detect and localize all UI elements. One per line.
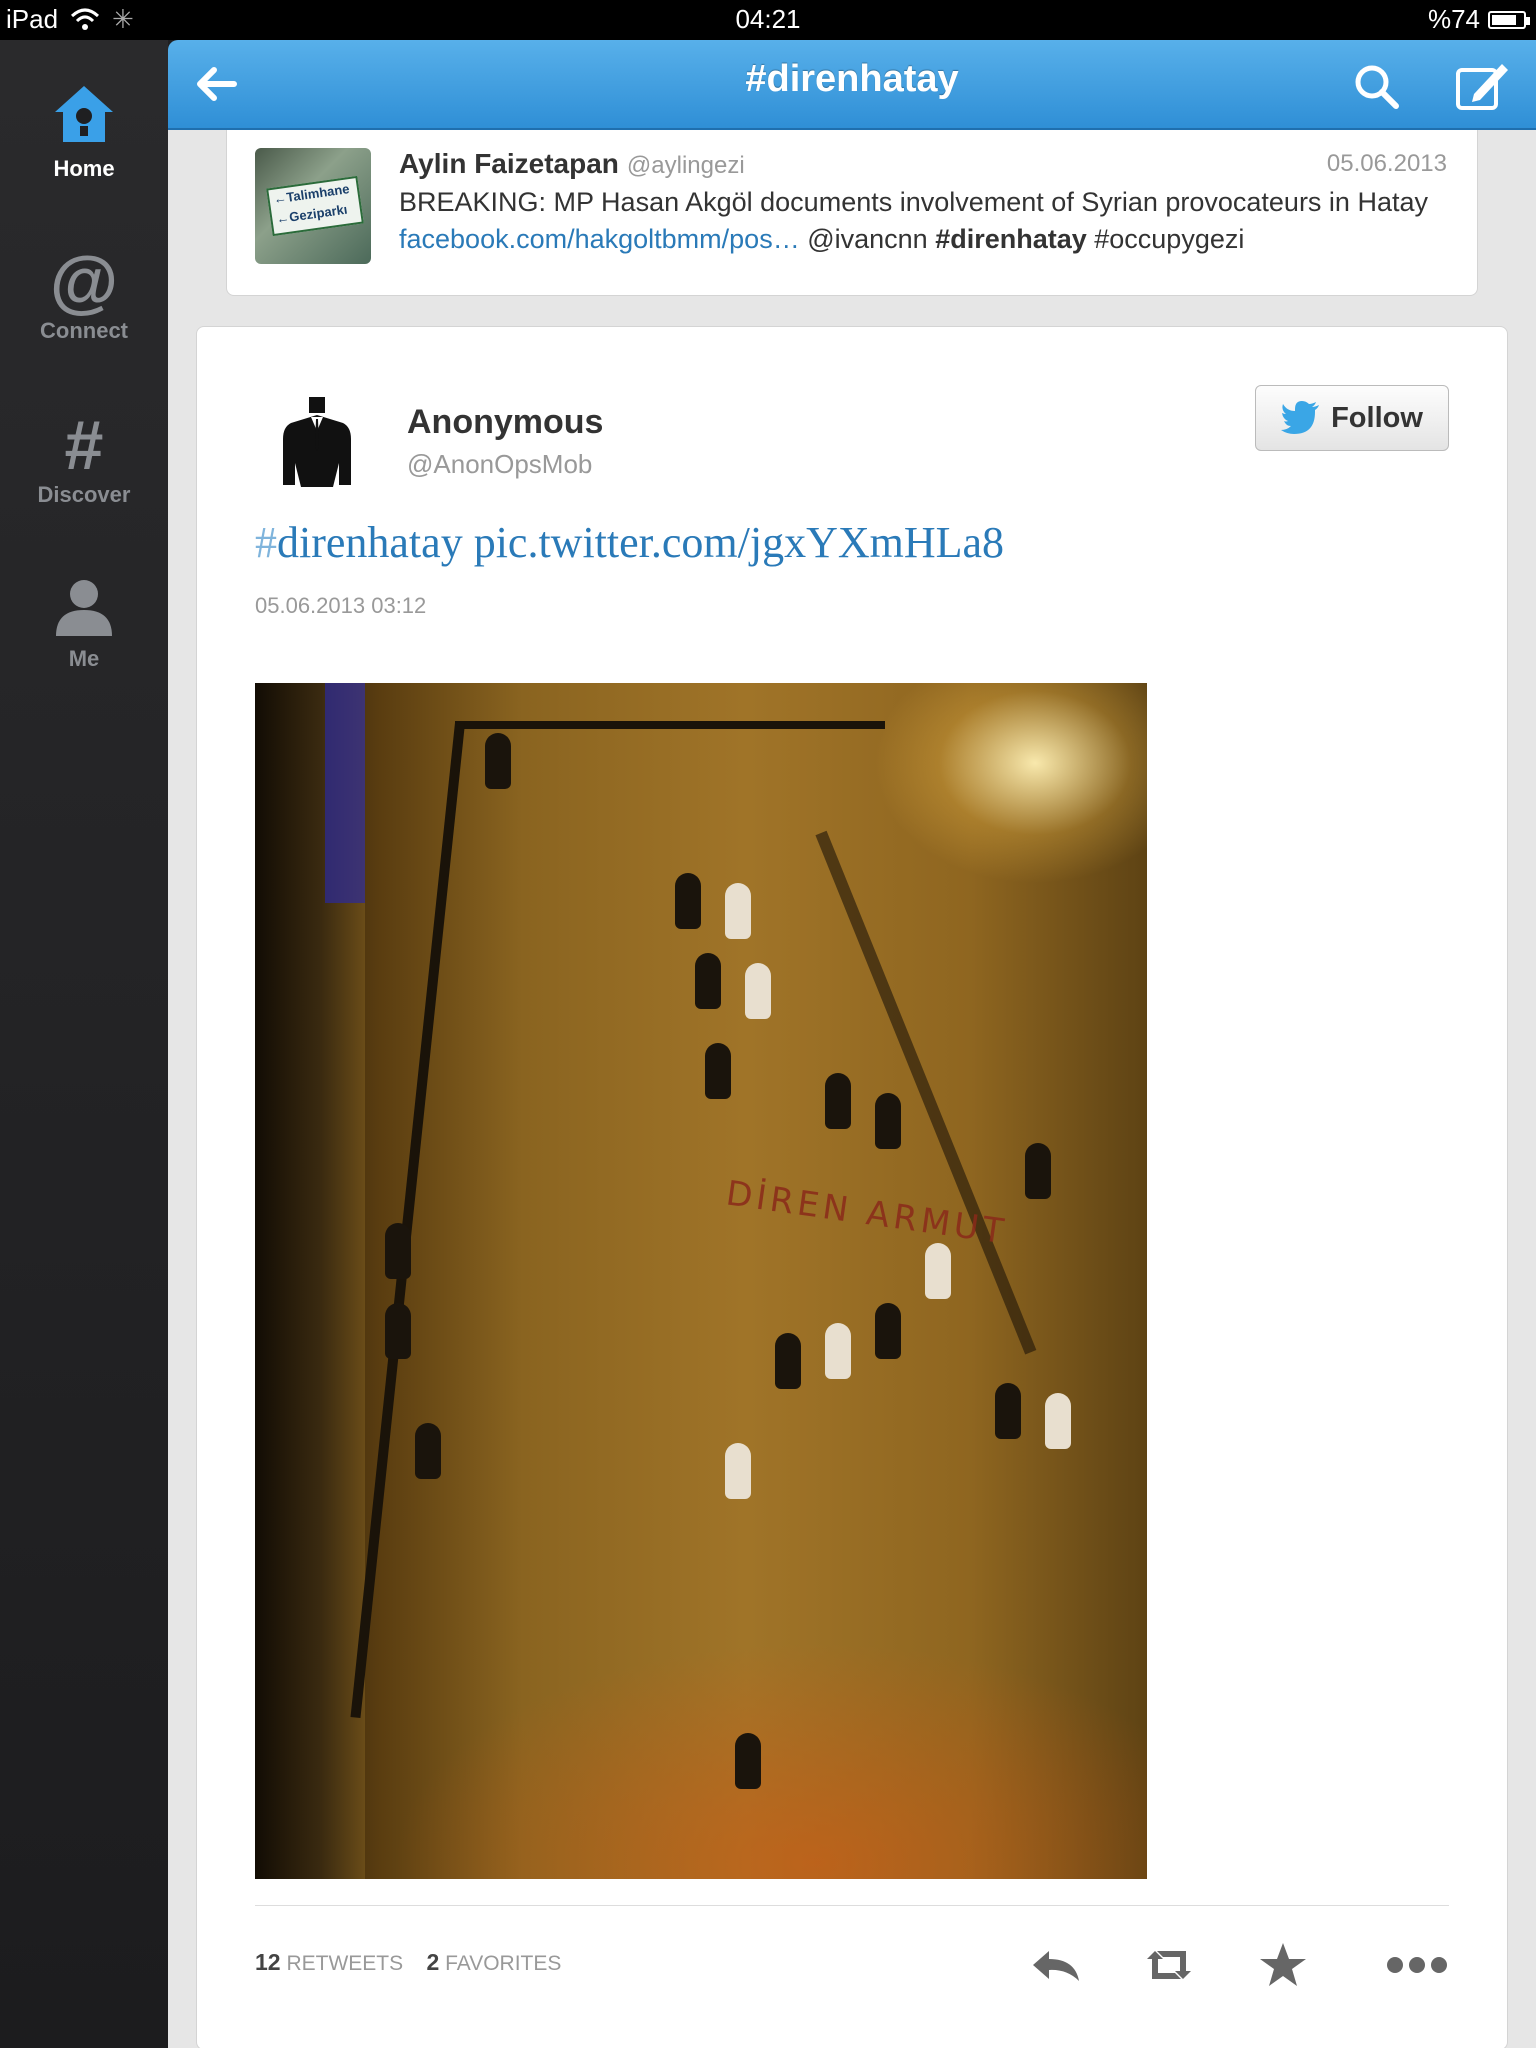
photo-person — [745, 963, 771, 1019]
at-icon: @ — [49, 242, 119, 320]
sidebar-item-connect[interactable]: @ Connect — [0, 244, 168, 344]
retweet-count[interactable]: 12 — [255, 1949, 281, 1975]
compose-icon[interactable] — [1452, 56, 1512, 116]
tweet-timestamp: 05.06.2013 03:12 — [255, 593, 427, 618]
battery-icon — [1488, 10, 1530, 29]
tweet-hashtag[interactable]: #direnhatay — [935, 224, 1087, 254]
follow-button[interactable]: Follow — [1255, 385, 1449, 451]
status-time: 04:21 — [735, 4, 801, 34]
photo-person — [825, 1073, 851, 1129]
photo-person — [995, 1383, 1021, 1439]
divider — [255, 1905, 1449, 1906]
photo-person — [775, 1333, 801, 1389]
home-icon — [55, 86, 113, 142]
photo-person — [725, 1443, 751, 1499]
photo-person — [385, 1303, 411, 1359]
photo-lamp-arm — [455, 721, 885, 729]
sidebar-item-label: Me — [68, 646, 100, 671]
photo-lamp-pole — [350, 722, 465, 1719]
tweet-photo[interactable]: DİREN ARMUT — [255, 683, 1147, 1879]
photo-person — [1045, 1393, 1071, 1449]
top-bar: #direnhatay — [168, 40, 1536, 130]
author-handle: @aylingezi — [626, 152, 745, 179]
photo-person — [1025, 1143, 1051, 1199]
sidebar-item-me[interactable]: Me — [0, 574, 168, 672]
tweet-text: BREAKING: MP Hasan Akgöl documents invol… — [399, 184, 1449, 258]
tweet-mention[interactable]: @ivancnn — [800, 224, 935, 254]
photo-person — [735, 1733, 761, 1789]
sidebar-item-label: Discover — [37, 482, 131, 507]
photo-person — [385, 1223, 411, 1279]
tweet-detail-card: Anonymous @AnonOpsMob Follow #direnhatay… — [196, 326, 1508, 2048]
photo-blue-light — [325, 683, 365, 903]
battery-percent: %74 — [1427, 4, 1480, 34]
tweet-hashtag[interactable]: direnhatay — [277, 518, 463, 567]
tweet-author[interactable]: Aylin Faizetapan @aylingezi — [399, 148, 745, 180]
tweet-pic-link[interactable]: pic.twitter.com/jgxYXmHLa8 — [463, 518, 1004, 567]
retweet-label[interactable]: RETWEETS — [286, 1952, 403, 1975]
photo-person — [695, 953, 721, 1009]
photo-person — [825, 1323, 851, 1379]
hash-icon: # — [64, 406, 104, 484]
photo-person — [705, 1043, 731, 1099]
tweet-thumbnail[interactable]: ←Talimhane ←Geziparkı — [255, 148, 371, 264]
hash-symbol: # — [255, 518, 277, 567]
author-name[interactable]: Anonymous — [407, 403, 603, 442]
timeline: ←Talimhane ←Geziparkı Aylin Faizetapan @a… — [168, 130, 1536, 2048]
author-name: Aylin Faizetapan — [399, 148, 619, 179]
tweet-body: BREAKING: MP Hasan Akgöl documents invol… — [399, 187, 1428, 217]
photo-person — [875, 1093, 901, 1149]
author-handle[interactable]: @AnonOpsMob — [407, 449, 592, 480]
tweet-hashtag-2[interactable]: #occupygezi — [1087, 224, 1244, 254]
tweet-link[interactable]: facebook.com/hakgoltbmm/pos… — [399, 224, 800, 254]
photo-person — [485, 733, 511, 789]
favorite-label[interactable]: FAVORITES — [445, 1952, 561, 1975]
status-bar: iPad ✳ 04:21 %74 — [0, 0, 1536, 40]
sidebar: Home @ Connect # Discover Me — [0, 40, 168, 2048]
sidebar-item-discover[interactable]: # Discover — [0, 408, 168, 508]
more-icon[interactable] — [1385, 1937, 1449, 1993]
thumbnail-sign: ←Talimhane ←Geziparkı — [266, 175, 364, 237]
photo-person — [725, 883, 751, 939]
previous-tweet-card[interactable]: ←Talimhane ←Geziparkı Aylin Faizetapan @a… — [226, 130, 1478, 296]
photo-person — [415, 1423, 441, 1479]
tweet-text: #direnhatay pic.twitter.com/jgxYXmHLa8 — [255, 517, 1004, 568]
person-icon — [56, 580, 112, 636]
star-icon[interactable] — [1255, 1937, 1311, 1993]
reply-icon[interactable] — [1027, 1937, 1083, 1993]
favorite-count[interactable]: 2 — [426, 1949, 439, 1975]
photo-person — [675, 873, 701, 929]
sidebar-item-label: Connect — [40, 318, 128, 343]
avatar[interactable] — [261, 387, 373, 499]
retweet-icon[interactable] — [1141, 1937, 1197, 1993]
photo-person — [925, 1243, 951, 1299]
status-right: %74 — [1427, 4, 1530, 35]
tweet-date: 05.06.2013 — [1326, 150, 1447, 177]
sidebar-item-home[interactable]: Home — [0, 80, 168, 182]
search-icon[interactable] — [1348, 58, 1404, 114]
photo-person — [875, 1303, 901, 1359]
sidebar-item-label: Home — [53, 156, 115, 181]
follow-label: Follow — [1331, 401, 1423, 434]
tweet-stats: 12 RETWEETS 2 FAVORITES — [255, 1949, 561, 1976]
twitter-bird-icon — [1281, 401, 1320, 434]
page-title: #direnhatay — [745, 58, 959, 100]
